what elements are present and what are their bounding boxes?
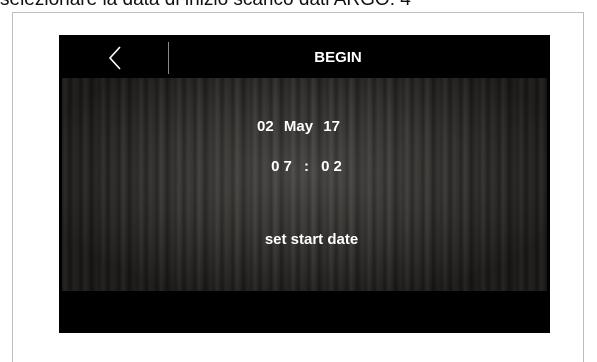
wood-background <box>62 78 547 291</box>
page-title: BEGIN <box>314 49 362 66</box>
date-display[interactable]: 02 May 17 <box>62 118 547 135</box>
set-start-date-label: set start date <box>264 231 359 248</box>
back-button[interactable] <box>62 38 168 78</box>
top-bar: BEGIN <box>62 38 547 78</box>
bottom-bar <box>62 291 547 330</box>
device-screen: BEGIN 02 May 17 07 : 02 set start date <box>59 35 550 333</box>
instruction-caption: selezionare la data di inizio scarico da… <box>0 0 597 9</box>
time-display[interactable]: 07 : 02 <box>62 158 547 175</box>
chevron-left-icon <box>108 46 121 70</box>
